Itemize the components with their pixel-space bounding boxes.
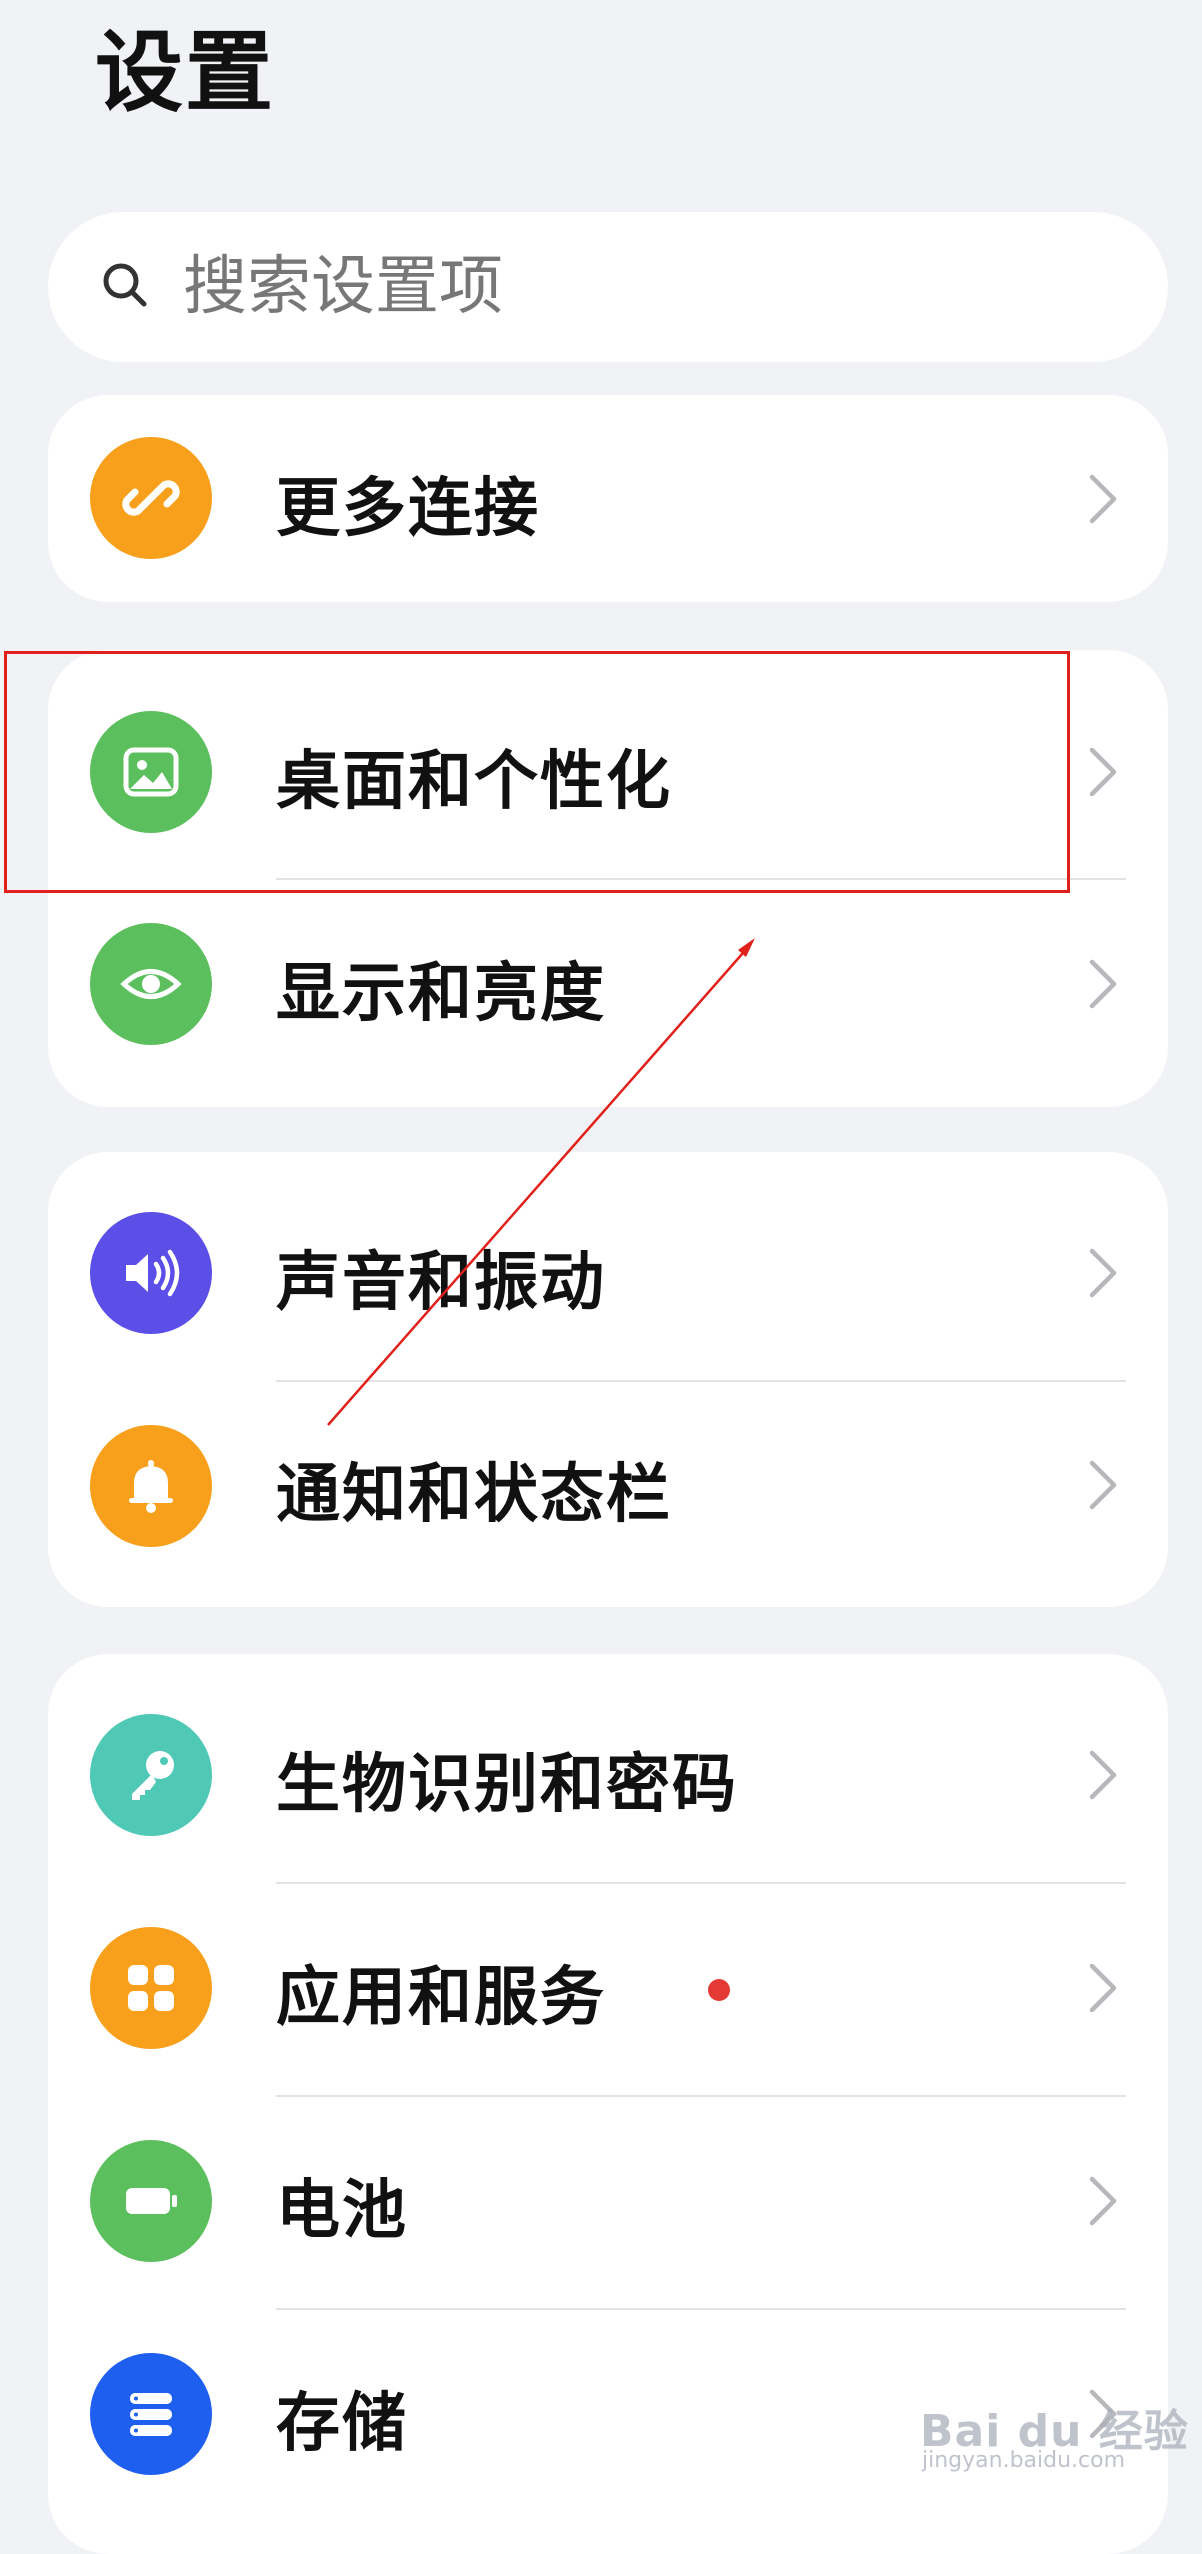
settings-item-battery[interactable]: 电池 [48,2096,1168,2308]
key-icon [90,1714,212,1836]
eye-icon [90,923,212,1045]
chevron-right-icon [1089,474,1117,524]
link-icon [90,437,212,559]
settings-item-label: 声音和振动 [276,1246,606,1320]
storage-icon [90,2353,212,2475]
notification-dot [708,1979,730,2001]
settings-item-label: 更多连接 [276,472,540,546]
apps-icon [90,1927,212,2049]
settings-item-label: 电池 [276,2174,408,2248]
highlight-box [4,651,1070,893]
chevron-right-icon [1089,1750,1117,1800]
search-icon [103,263,147,307]
settings-group-3: 声音和振动 通知和状态栏 [48,1152,1168,1607]
settings-item-notifications-statusbar[interactable]: 通知和状态栏 [48,1381,1168,1607]
settings-item-biometrics-password[interactable]: 生物识别和密码 [48,1654,1168,1882]
page-title: 设置 [95,21,276,124]
speaker-icon [90,1212,212,1334]
bell-icon [90,1425,212,1547]
search-bar[interactable] [48,212,1168,362]
chevron-right-icon [1089,1248,1117,1298]
settings-item-label: 通知和状态栏 [276,1458,672,1532]
settings-group-1: 更多连接 [48,395,1168,602]
chevron-right-icon [1089,1963,1117,2013]
settings-item-label: 存储 [276,2387,408,2461]
watermark-url: jingyan.baidu.com [922,2448,1126,2473]
settings-item-sound-vibration[interactable]: 声音和振动 [48,1152,1168,1380]
settings-item-apps-services[interactable]: 应用和服务 [48,1883,1168,2095]
chevron-right-icon [1089,959,1117,1009]
settings-item-more-connections[interactable]: 更多连接 [48,395,1168,602]
battery-icon [90,2140,212,2262]
settings-item-display-brightness[interactable]: 显示和亮度 [48,879,1168,1107]
chevron-right-icon [1089,2176,1117,2226]
settings-item-label: 生物识别和密码 [276,1748,738,1822]
chevron-right-icon [1089,747,1117,797]
search-input[interactable] [183,240,1083,334]
chevron-right-icon [1089,1460,1117,1510]
settings-item-label: 显示和亮度 [276,957,606,1031]
settings-item-label: 应用和服务 [276,1961,606,2035]
